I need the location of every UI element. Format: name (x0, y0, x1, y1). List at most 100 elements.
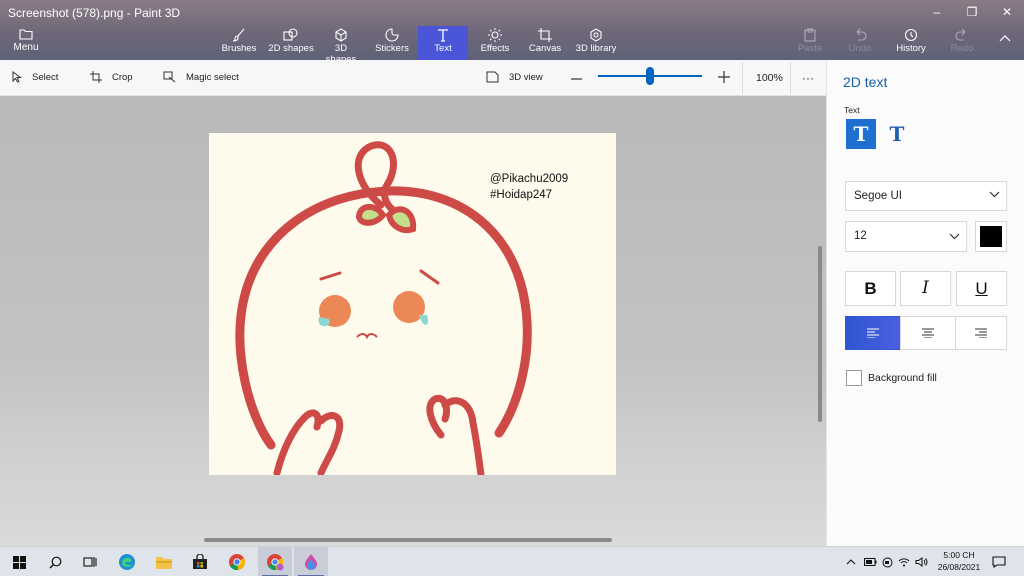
tool-label: Undo (848, 43, 872, 54)
zoom-out-button[interactable] (571, 60, 592, 96)
font-size-dropdown[interactable]: 12 (845, 221, 967, 252)
edge-icon (119, 554, 135, 570)
tool-3d-shapes[interactable]: 3D shapes (319, 26, 363, 65)
ribbon: Screenshot (578).png - Paint 3D – ❐ ✕ Me… (0, 0, 1024, 65)
align-center-icon (922, 328, 934, 338)
cursor-icon (12, 71, 23, 84)
magic-select-icon (163, 71, 176, 83)
meet-now-icon[interactable] (880, 547, 894, 576)
3d-text-button[interactable]: T (882, 119, 912, 149)
menu-button[interactable]: Menu (8, 26, 44, 58)
crop-icon (90, 71, 102, 84)
minimize-button[interactable]: – (922, 2, 952, 22)
network-icon[interactable] (897, 547, 911, 576)
align-left-button[interactable] (845, 316, 901, 350)
3d-library-icon (590, 28, 602, 42)
minus-icon (571, 78, 582, 80)
tool-history[interactable]: History (894, 26, 928, 60)
task-view-button[interactable] (73, 547, 107, 576)
tool-brushes[interactable]: Brushes (220, 26, 258, 60)
undo-icon (856, 28, 867, 41)
chevron-down-icon (949, 233, 960, 240)
start-button[interactable] (2, 547, 36, 576)
notification-icon (992, 556, 1006, 568)
maximize-button[interactable]: ❐ (957, 2, 987, 22)
chevron-down-icon (989, 191, 1000, 198)
font-family-dropdown[interactable]: Segoe UI (845, 181, 1007, 211)
volume-icon[interactable] (913, 547, 929, 576)
font-family-value: Segoe UI (854, 190, 902, 202)
magic-select-label: Magic select (186, 72, 239, 83)
brush-icon (232, 28, 245, 42)
tool-2d-shapes[interactable]: 2D shapes (268, 26, 314, 60)
file-explorer-icon (156, 556, 172, 569)
italic-button[interactable]: I (900, 271, 951, 306)
show-hidden-icons-button[interactable] (844, 547, 858, 576)
horizontal-scrollbar[interactable] (204, 538, 612, 542)
3d-view-button[interactable]: 3D view (486, 60, 543, 96)
store-button[interactable] (183, 547, 217, 576)
chrome-profile-icon (267, 554, 284, 571)
tool-label: Canvas (528, 43, 562, 54)
folder-icon (19, 29, 33, 40)
zoom-level[interactable]: 100% (756, 60, 783, 96)
align-right-button[interactable] (955, 316, 1007, 350)
3d-shapes-icon (335, 28, 347, 42)
notifications-button[interactable] (990, 547, 1008, 576)
zoom-in-button[interactable] (718, 60, 740, 96)
more-options-button[interactable]: ··· (802, 60, 814, 96)
chrome-profile-button[interactable] (258, 547, 292, 576)
tool-stickers[interactable]: Stickers (372, 26, 412, 60)
select-button[interactable]: Select (12, 60, 58, 96)
chrome-button[interactable] (220, 547, 254, 576)
secondary-toolbar: Select Crop Magic select 3D view 100% ··… (0, 60, 826, 96)
3d-view-icon (486, 71, 499, 83)
tool-undo[interactable]: Undo (846, 26, 874, 60)
search-icon (49, 556, 61, 568)
tool-redo[interactable]: Redo (948, 26, 976, 60)
tool-3d-library[interactable]: 3D library (574, 26, 618, 60)
paste-icon (804, 28, 816, 42)
2d-text-button[interactable]: T (846, 119, 876, 149)
chevron-up-icon (999, 35, 1011, 42)
paint-3d-button[interactable] (294, 547, 328, 576)
watermark-text[interactable]: #Hoidap247 (490, 189, 552, 201)
edge-button[interactable] (110, 547, 144, 576)
drawing-canvas[interactable]: @Pikachu2009 #Hoidap247 (209, 133, 616, 475)
file-explorer-button[interactable] (147, 547, 181, 576)
background-fill-checkbox[interactable] (846, 370, 862, 386)
color-fill (980, 226, 1002, 247)
tool-paste[interactable]: Paste (796, 26, 824, 60)
underline-button[interactable]: U (956, 271, 1007, 306)
crop-button[interactable]: Crop (90, 60, 133, 96)
history-icon (904, 28, 918, 42)
close-button[interactable]: ✕ (992, 2, 1022, 22)
align-left-icon (867, 328, 879, 338)
align-right-icon (975, 328, 987, 338)
text-color-swatch[interactable] (975, 221, 1007, 252)
bold-button[interactable]: B (845, 271, 896, 306)
clock[interactable]: 5:00 CH 26/08/2021 (930, 549, 988, 573)
watermark-text[interactable]: @Pikachu2009 (490, 173, 568, 185)
clock-time: 5:00 CH (943, 550, 975, 560)
zoom-slider-thumb[interactable] (646, 67, 654, 85)
background-fill-label: Background fill (868, 372, 937, 384)
tool-label: Text (434, 43, 452, 54)
vertical-scrollbar[interactable] (818, 246, 822, 422)
tool-effects[interactable]: Effects (478, 26, 512, 60)
paint-3d-icon (305, 554, 317, 570)
effects-icon (488, 28, 502, 42)
task-view-icon (83, 557, 97, 567)
battery-icon[interactable] (862, 547, 878, 576)
magic-select-button[interactable]: Magic select (163, 60, 239, 96)
divider (790, 62, 791, 94)
clock-date: 26/08/2021 (937, 562, 981, 572)
windows-icon (12, 555, 26, 569)
store-icon (193, 554, 207, 569)
align-center-button[interactable] (900, 316, 956, 350)
battery-icon (863, 558, 876, 566)
tool-text[interactable]: Text (418, 26, 468, 60)
tool-canvas[interactable]: Canvas (527, 26, 563, 60)
search-button[interactable] (38, 547, 72, 576)
taskbar: 5:00 CH 26/08/2021 (0, 546, 1024, 576)
